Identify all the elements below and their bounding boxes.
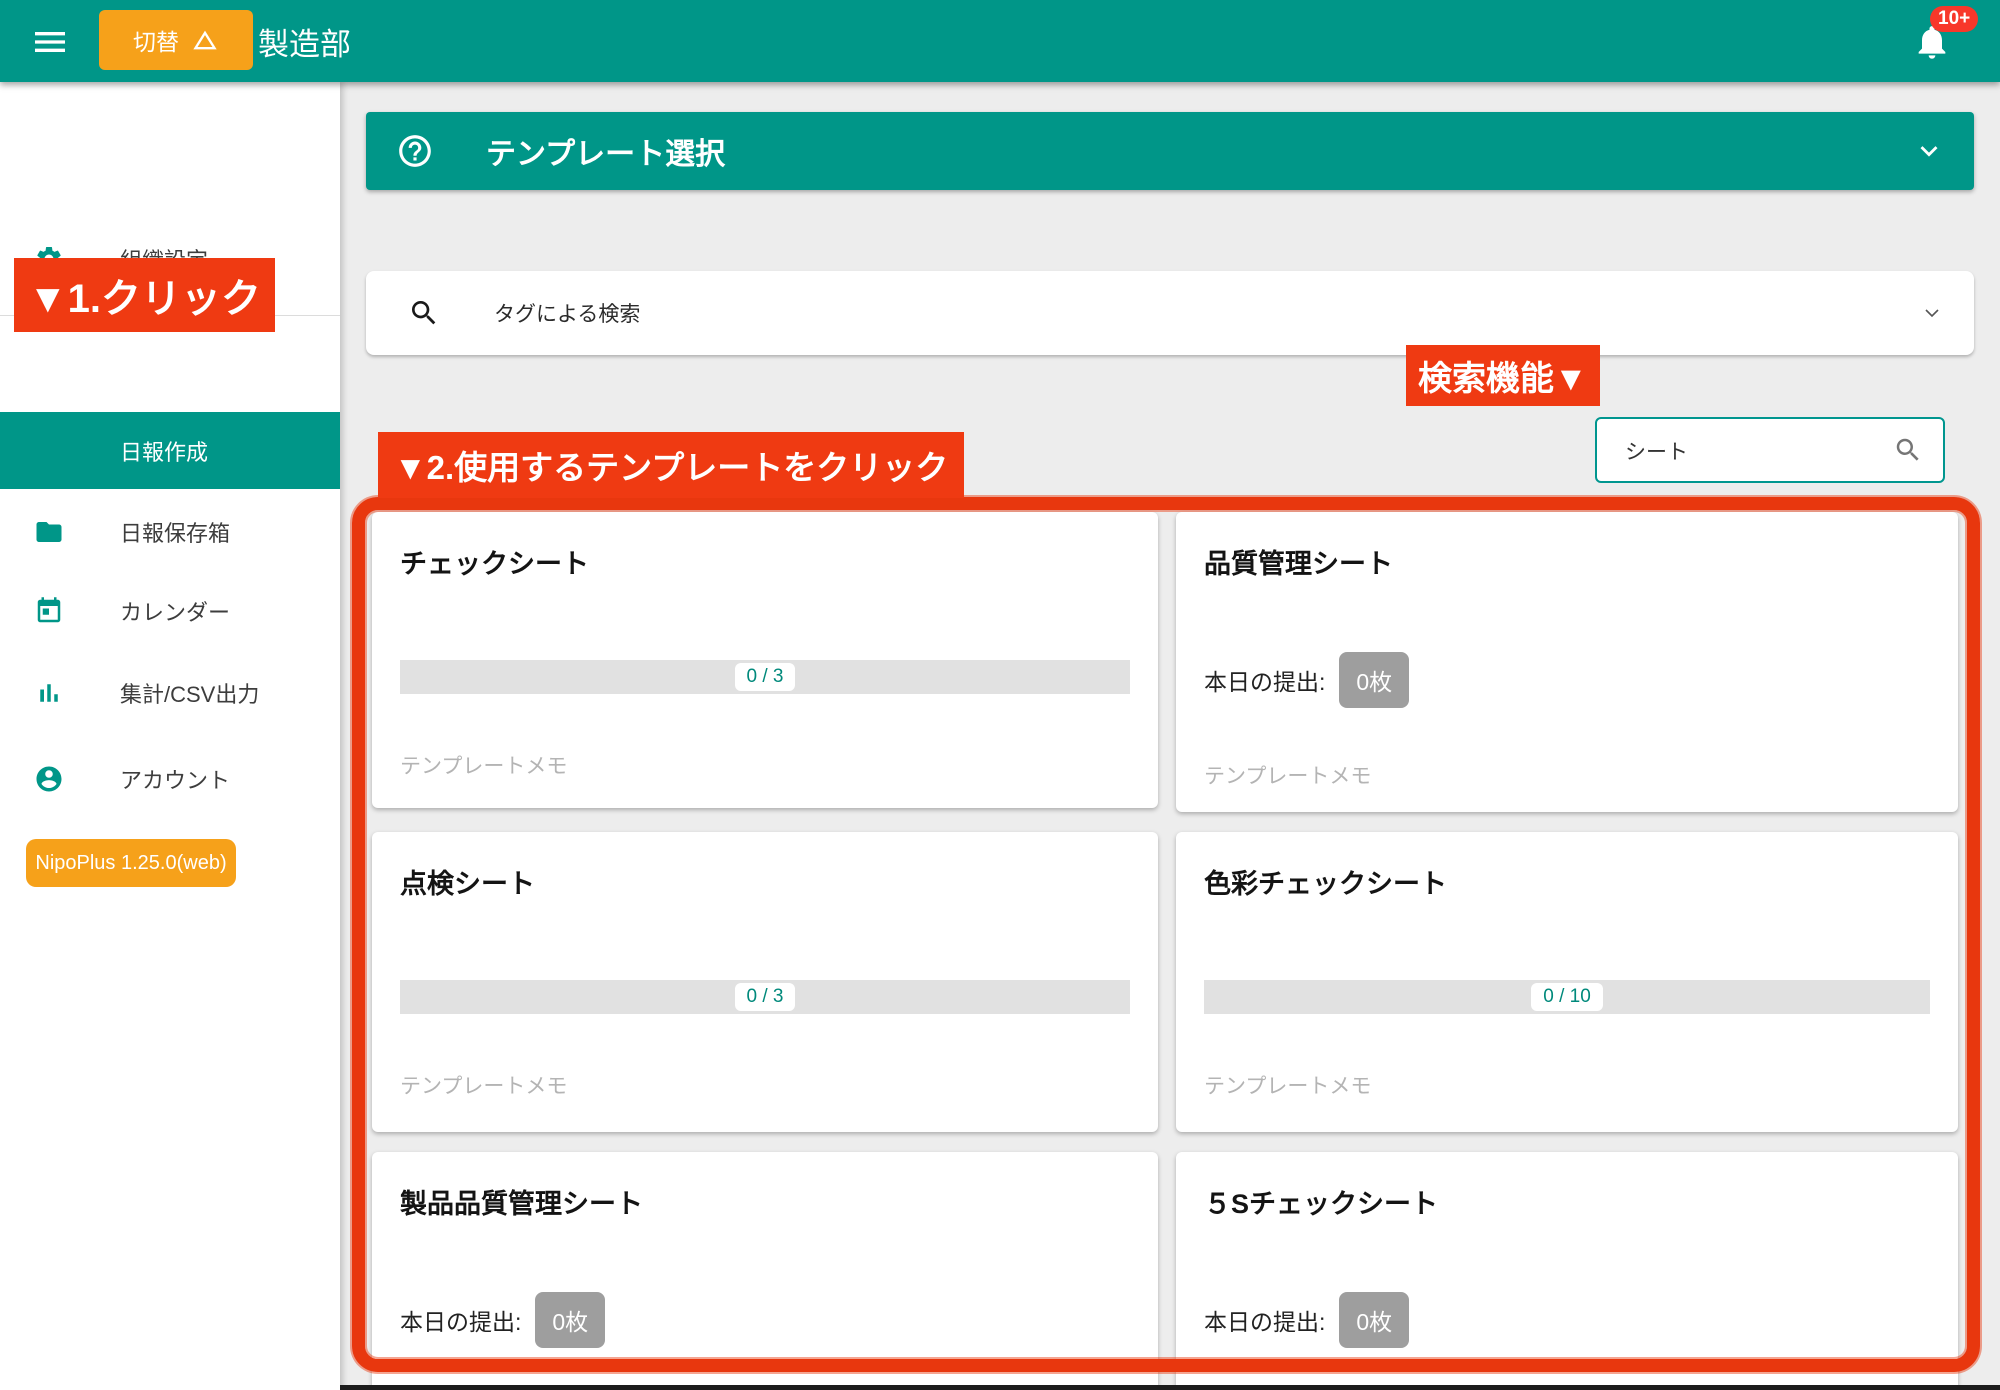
bottom-edge-line	[340, 1385, 2000, 1390]
submit-count-chip: 0枚	[535, 1292, 605, 1348]
progress-bar: 0 / 10	[1204, 980, 1930, 1014]
chevron-down-icon[interactable]	[1912, 134, 1946, 168]
submit-count-row: 本日の提出: 0枚	[400, 1292, 605, 1348]
sidebar-item-label: アカウント	[120, 763, 230, 795]
card-title: 品質管理シート	[1204, 542, 1393, 581]
app-header: 切替 製造部	[0, 0, 2000, 82]
version-button[interactable]: NipoPlus 1.25.0(web)	[26, 839, 236, 887]
template-card[interactable]: 製品品質管理シート 本日の提出: 0枚	[372, 1152, 1158, 1390]
progress-bar: 0 / 3	[400, 660, 1130, 694]
submit-label: 本日の提出:	[400, 1303, 521, 1337]
sidebar-item-label: 集計/CSV出力	[120, 677, 259, 709]
banner-title: テンプレート選択	[486, 112, 725, 190]
folder-icon	[34, 517, 64, 547]
search-icon[interactable]	[1893, 435, 1923, 465]
help-icon[interactable]	[396, 132, 434, 170]
submit-count-row: 本日の提出: 0枚	[1204, 1292, 1409, 1348]
template-card[interactable]: ５Sチェックシート 本日の提出: 0枚	[1176, 1152, 1958, 1390]
annotation-step2: ▼2.使用するテンプレートをクリック	[378, 432, 964, 498]
notification-count-badge: 10+	[1930, 6, 1978, 32]
tag-search-label: タグによる検索	[494, 271, 640, 355]
progress-value: 0 / 10	[1531, 983, 1603, 1011]
sidebar-item-create-report[interactable]: 日報作成	[0, 412, 340, 489]
page-title: 製造部	[258, 0, 351, 82]
template-memo: テンプレートメモ	[400, 750, 567, 780]
template-search-input[interactable]	[1623, 419, 1877, 483]
card-title: ５Sチェックシート	[1204, 1182, 1438, 1221]
template-card[interactable]: 点検シート 0 / 3 テンプレートメモ	[372, 832, 1158, 1132]
tag-search-bar[interactable]: タグによる検索	[366, 271, 1974, 355]
search-icon	[408, 297, 440, 329]
bar-chart-icon	[34, 678, 64, 708]
card-title: 製品品質管理シート	[400, 1182, 643, 1221]
sidebar-item-label: 日報保存箱	[120, 516, 230, 548]
card-title: 色彩チェックシート	[1204, 862, 1447, 901]
template-card[interactable]: 色彩チェックシート 0 / 10 テンプレートメモ	[1176, 832, 1958, 1132]
sidebar-item-report-box[interactable]: 日報保存箱	[0, 504, 340, 560]
annotation-search-feature: 検索機能▼	[1406, 345, 1600, 406]
template-memo: テンプレートメモ	[1204, 1070, 1371, 1100]
sidebar-item-calendar[interactable]: カレンダー	[0, 583, 340, 639]
sidebar-item-label: カレンダー	[120, 595, 230, 627]
progress-value: 0 / 3	[735, 663, 796, 691]
template-memo: テンプレートメモ	[400, 1070, 567, 1100]
app-window: 切替 製造部 10+ 組織設定 日報作成 日報保存箱	[0, 0, 2000, 1390]
switch-button-label: 切替	[133, 23, 179, 57]
sidebar-item-csv-export[interactable]: 集計/CSV出力	[0, 665, 340, 721]
progress-value: 0 / 3	[735, 983, 796, 1011]
submit-count-row: 本日の提出: 0枚	[1204, 652, 1409, 708]
annotation-step1: ▼1.クリック	[14, 258, 275, 332]
submit-label: 本日の提出:	[1204, 1303, 1325, 1337]
sidebar-item-account[interactable]: アカウント	[0, 751, 340, 807]
sidebar-item-label: 日報作成	[120, 435, 208, 467]
card-title: 点検シート	[400, 862, 535, 901]
template-memo: テンプレートメモ	[1204, 760, 1371, 790]
switch-department-button[interactable]: 切替	[99, 10, 253, 70]
template-search-box	[1595, 417, 1945, 483]
account-icon	[34, 764, 64, 794]
submit-count-chip: 0枚	[1339, 1292, 1409, 1348]
template-card[interactable]: 品質管理シート 本日の提出: 0枚 テンプレートメモ	[1176, 512, 1958, 812]
card-title: チェックシート	[400, 542, 589, 581]
menu-icon[interactable]	[30, 22, 70, 62]
submit-label: 本日の提出:	[1204, 663, 1325, 697]
template-select-banner[interactable]: テンプレート選択	[366, 112, 1974, 190]
template-card[interactable]: チェックシート 0 / 3 テンプレートメモ	[372, 512, 1158, 808]
submit-count-chip: 0枚	[1339, 652, 1409, 708]
chevron-down-icon[interactable]	[1920, 301, 1944, 325]
triangle-icon	[191, 26, 219, 54]
progress-bar: 0 / 3	[400, 980, 1130, 1014]
calendar-icon	[34, 596, 64, 626]
